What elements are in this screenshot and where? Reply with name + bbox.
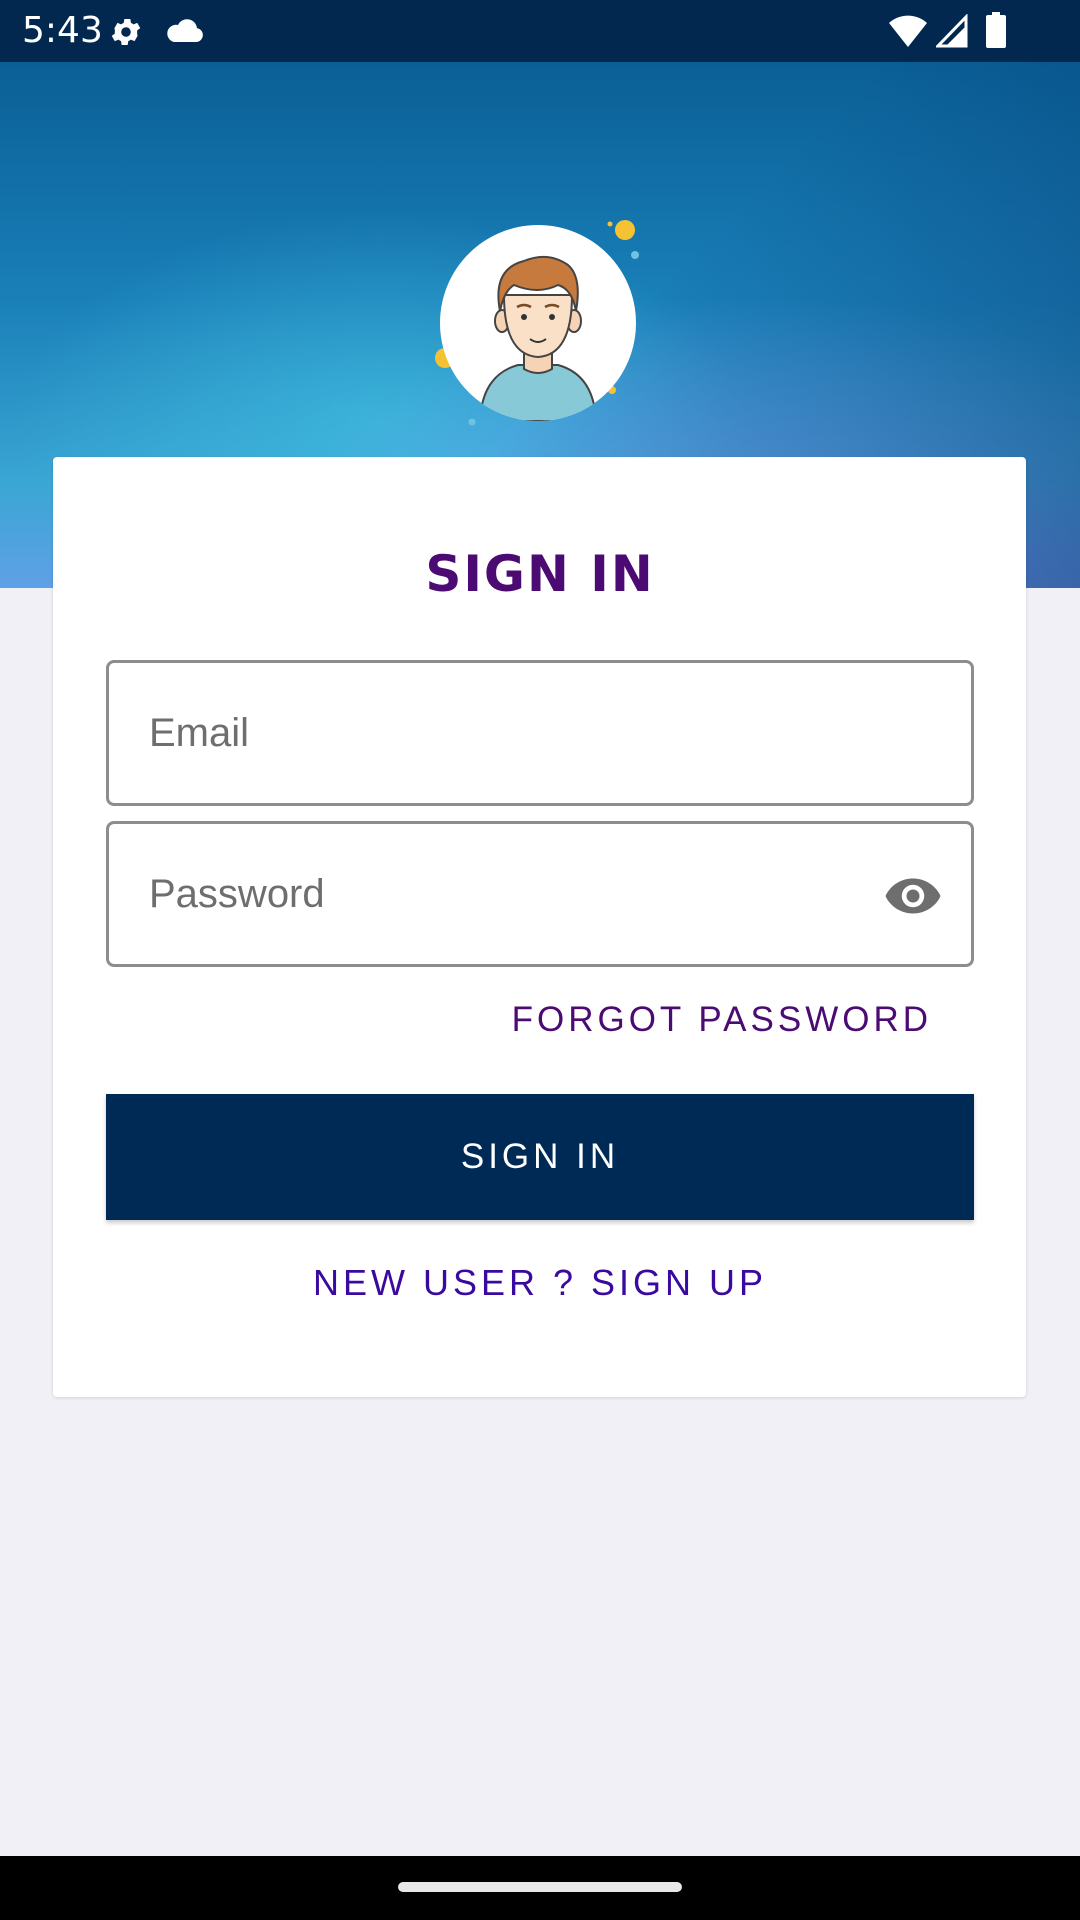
user-avatar-icon: [440, 225, 636, 421]
sign-up-link[interactable]: NEW USER ? SIGN UP: [0, 1262, 1080, 1304]
cloud-icon: [164, 16, 204, 46]
status-time: 5:43: [22, 10, 103, 51]
password-input[interactable]: [149, 824, 869, 964]
password-field[interactable]: [106, 821, 974, 967]
email-field[interactable]: [106, 660, 974, 806]
wifi-icon: [888, 14, 928, 48]
status-bar: 5:43: [0, 0, 1080, 62]
page-title: SIGN IN: [425, 545, 655, 603]
signal-icon: [934, 13, 968, 48]
gear-icon: [108, 14, 144, 50]
email-input[interactable]: [149, 663, 869, 803]
sign-in-button[interactable]: SIGN IN: [106, 1094, 974, 1220]
forgot-password-link[interactable]: FORGOT PASSWORD: [512, 1000, 932, 1040]
battery-icon: [986, 12, 1006, 48]
eye-icon[interactable]: [883, 866, 943, 926]
home-gesture-handle[interactable]: [398, 1882, 682, 1892]
